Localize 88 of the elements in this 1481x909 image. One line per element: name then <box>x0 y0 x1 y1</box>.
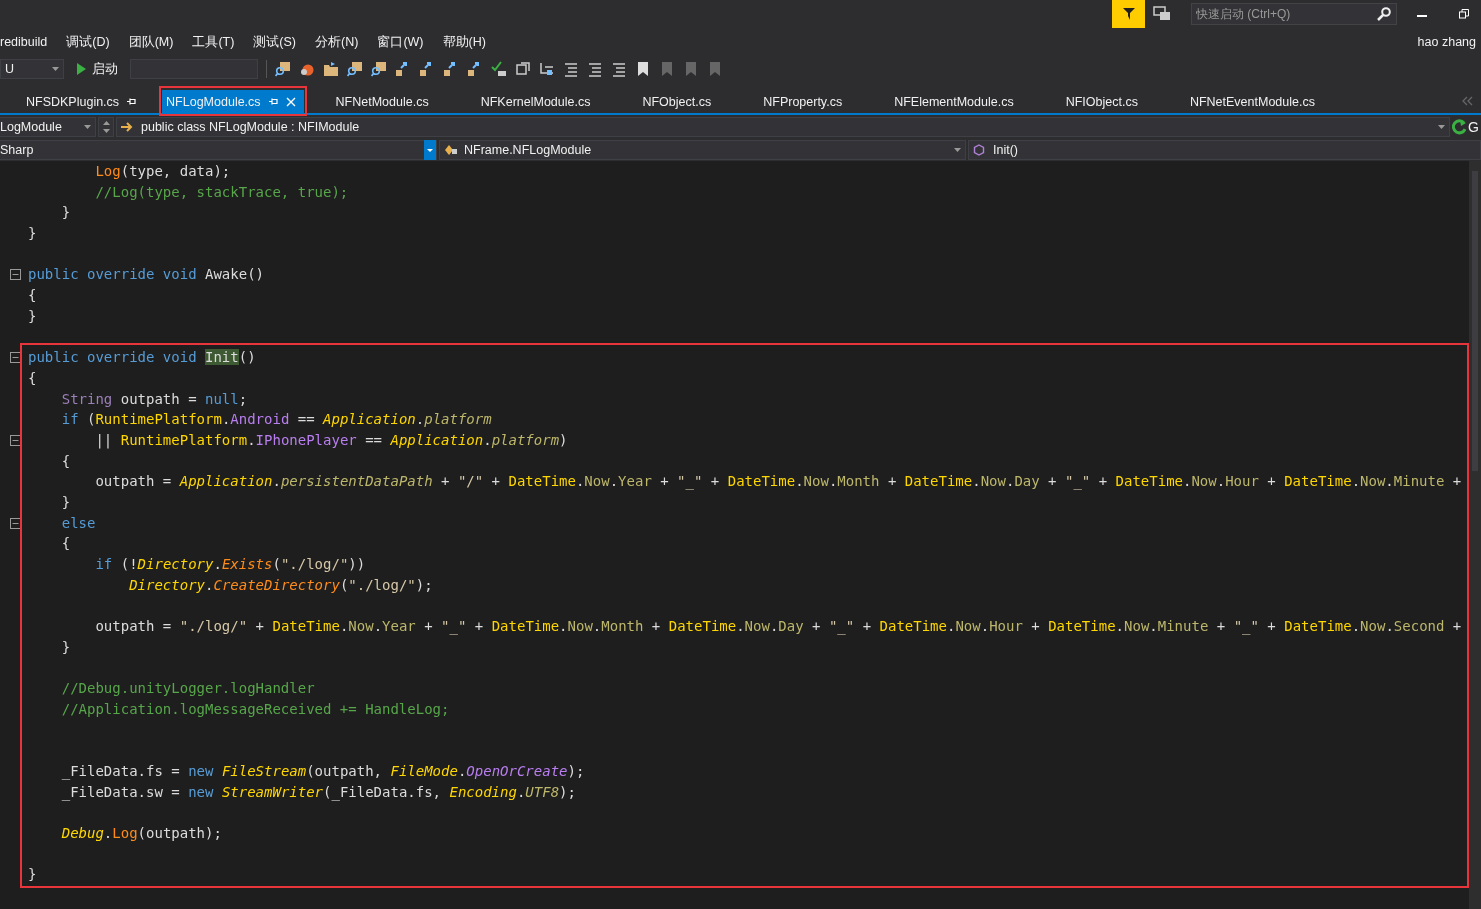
code-line: //Application.logMessageReceived += HandleLog; <box>60 699 450 719</box>
configuration-dropdown[interactable]: U <box>0 59 64 79</box>
list-icon[interactable] <box>611 61 627 77</box>
spin-button[interactable] <box>98 116 114 137</box>
find-icon[interactable] <box>347 61 363 77</box>
code-line: Debug.Log(outpath); <box>60 824 222 843</box>
find-icon[interactable] <box>371 61 387 77</box>
code-line: Log(type, data); <box>94 162 231 181</box>
file-tab[interactable]: NFNetEventModule.cs <box>1163 90 1341 113</box>
menu-item[interactable]: 窗口(W) <box>377 33 424 51</box>
file-tab[interactable]: NFProperty.cs <box>737 90 869 113</box>
code-line: } <box>60 203 71 223</box>
menu-item[interactable]: 工具(T) <box>192 33 235 51</box>
user-name[interactable]: hao zhang <box>1417 35 1481 49</box>
code-line: { <box>28 368 37 388</box>
tab-overflow-icon[interactable] <box>1461 96 1473 106</box>
up-down-icon <box>102 120 110 133</box>
bookmark-icon[interactable] <box>635 61 651 77</box>
project-dropdown[interactable]: LogModule <box>0 116 96 137</box>
code-line: outpath = "./log/" + DateTime.Now.Year + "_" + DateTime.Now.Month + DateTime.Now.Day + "_" + DateTime.Now.Hour + DateTime.Now.Minute + "_" + DateTime.Now.Second + <box>94 617 1462 637</box>
caret-icon <box>954 147 961 152</box>
caret-icon <box>52 67 59 71</box>
code-line: else <box>60 513 96 533</box>
restore-icon <box>1459 9 1469 19</box>
collapse-icon[interactable] <box>10 517 21 529</box>
search-icon[interactable] <box>1377 7 1391 21</box>
code-line: _FileData.sw = new StreamWriter(_FileData.fs, Encoding.UTF8); <box>60 782 576 803</box>
start-button[interactable]: 启动 <box>72 60 122 78</box>
menu-item[interactable]: 分析(N) <box>315 33 359 51</box>
code-line: } <box>28 224 37 244</box>
code-line: _FileData.fs = new FileStream(outpath, FileMode.OpenOrCreate); <box>60 761 585 782</box>
menu-item[interactable]: 测试(S) <box>253 33 296 51</box>
code-line: { <box>60 534 71 554</box>
file-tab[interactable]: NFElementModule.cs <box>868 90 1040 113</box>
caret-icon <box>84 124 91 129</box>
menu-item[interactable]: redibuild <box>0 35 48 49</box>
sync-button[interactable]: G <box>1452 118 1481 135</box>
code-line: public override void Init() <box>28 348 256 368</box>
code-line: } <box>60 637 71 657</box>
code-line: { <box>28 286 37 306</box>
file-tab[interactable]: NFIObject.cs <box>1039 90 1164 113</box>
window-icon[interactable] <box>515 61 531 77</box>
collapse-icon[interactable] <box>10 269 21 281</box>
play-icon <box>76 63 86 75</box>
code-line: String outpath = null; <box>60 389 248 409</box>
feedback-icon[interactable] <box>1153 6 1171 22</box>
scrollbar[interactable] <box>1469 161 1481 909</box>
namespace-dropdown[interactable]: NFrame.NFLogModule <box>439 139 966 160</box>
close-icon[interactable] <box>285 96 296 107</box>
code-line: { <box>60 451 71 471</box>
collapse-icon[interactable] <box>10 352 21 364</box>
find-icon[interactable] <box>275 61 291 77</box>
code-line: } <box>28 865 37 885</box>
menu-item[interactable]: 调试(D) <box>66 33 110 51</box>
pin-icon[interactable] <box>127 97 137 106</box>
code-line: } <box>28 306 37 326</box>
caret-icon <box>424 139 436 160</box>
file-tab[interactable]: NFKernelModule.cs <box>454 90 617 113</box>
code-line: } <box>60 493 71 512</box>
code-line: public override void Awake() <box>28 265 264 285</box>
file-tab[interactable]: NFSDKPlugin.cs <box>0 90 163 113</box>
list-icon[interactable] <box>563 61 579 77</box>
file-tab[interactable]: NFNetModule.cs <box>309 90 455 113</box>
filter-icon[interactable] <box>1112 0 1145 28</box>
caret-icon <box>1438 124 1446 129</box>
code-line: if (RuntimePlatform.Android == Application.platform <box>60 410 492 430</box>
language-dropdown[interactable]: Sharp <box>0 139 437 160</box>
quick-launch-field[interactable]: 快速启动 (Ctrl+Q) <box>1191 3 1397 25</box>
arrow-icon <box>121 121 135 132</box>
namespace-icon <box>444 143 458 156</box>
cube-icon <box>973 143 985 156</box>
file-tab[interactable]: NFObject.cs <box>616 90 738 113</box>
check-icon[interactable] <box>491 61 507 77</box>
list-icon[interactable] <box>587 61 603 77</box>
refresh-icon <box>1452 118 1467 135</box>
code-line: || RuntimePlatform.IPhonePlayer == Application.platform) <box>94 430 568 451</box>
folder-icon[interactable] <box>323 61 339 77</box>
collapse-icon[interactable] <box>10 434 21 446</box>
menu-item[interactable]: 帮助(H) <box>442 33 486 51</box>
menu-item[interactable]: 团队(M) <box>128 33 174 51</box>
indent-icon[interactable] <box>539 61 555 77</box>
member-dropdown[interactable]: Init() <box>968 139 1481 160</box>
type-dropdown[interactable]: public class NFLogModule : NFIModule <box>116 116 1451 137</box>
code-line: if (!Directory.Exists("./log/")) <box>94 555 366 575</box>
code-line: //Debug.unityLogger.logHandler <box>60 679 315 699</box>
code-line: Directory.CreateDirectory("./log/"); <box>128 575 433 595</box>
code-line: outpath = Application.persistentDataPath + "/" + DateTime.Now.Year + "_" + DateTime.Now.Month + DateTime.Now.Day + "_" + DateTime.Now.Hour + DateTime.Now.Minute + <box>94 472 1462 492</box>
code-line: //Log(type, stackTrace, true); <box>94 182 349 202</box>
